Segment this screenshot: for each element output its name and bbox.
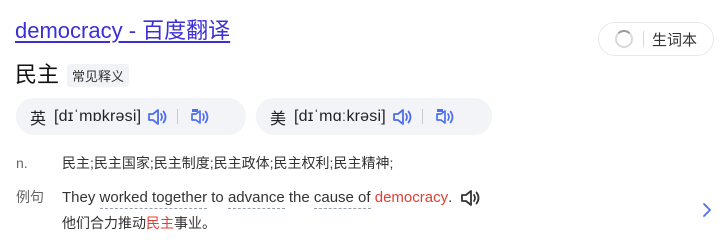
phonetic-uk: [dɪˈmɒkrəsi] <box>54 107 142 125</box>
example-label: 例句 <box>16 189 44 205</box>
chevron-right-icon[interactable] <box>700 200 714 220</box>
example-phrase[interactable]: worked together <box>99 188 208 209</box>
slow-speaker-icon[interactable] <box>188 106 214 128</box>
example-phrase[interactable]: cause of <box>313 188 371 209</box>
example-text: to <box>207 189 228 206</box>
region-label-uk: 英 <box>30 110 47 128</box>
definition-text: 民主;民主国家;民主制度;民主政体;民主权利;民主精神; <box>62 155 394 171</box>
speaker-icon[interactable] <box>145 106 171 128</box>
speaker-icon[interactable] <box>458 187 484 209</box>
vocabulary-book-label: 生词本 <box>652 31 698 49</box>
example-text: the <box>284 189 314 206</box>
headword: 民主 <box>15 62 60 87</box>
part-of-speech: n. <box>16 155 28 171</box>
pronunciation-us: 美 [dɪˈmɑːkrəsi] <box>256 98 492 135</box>
headword-row: 民主 常见释义 <box>15 61 130 89</box>
region-label-us: 美 <box>270 110 287 128</box>
example-sentence-en: They worked together to advance the caus… <box>62 187 484 209</box>
example-zh-text: 他们合力推动 <box>62 215 146 231</box>
result-title-link[interactable]: democracy - 百度翻译 <box>15 17 230 45</box>
definition-row: n. 民主;民主国家;民主制度;民主政体;民主权利;民主精神; <box>16 153 393 173</box>
example-zh-text: 事业。 <box>174 215 216 231</box>
example-highlight-word: democracy <box>374 189 449 206</box>
common-meaning-tag: 常见释义 <box>67 63 130 87</box>
example-text: . <box>448 189 453 206</box>
example-zh-highlight: 民主 <box>146 215 174 231</box>
example-phrase[interactable]: advance <box>227 188 285 209</box>
divider <box>177 109 179 124</box>
phonetic-us: [dɪˈmɑːkrəsi] <box>294 107 386 125</box>
divider <box>421 109 423 124</box>
example-sentence-zh: 他们合力推动民主事业。 <box>62 213 216 233</box>
pronunciation-uk: 英 [dɪˈmɒkrəsi] <box>16 98 246 135</box>
divider <box>643 31 644 47</box>
slow-speaker-icon[interactable] <box>433 106 459 128</box>
example-text: They <box>62 189 100 206</box>
translation-card: democracy - 百度翻译 生词本 民主 常见释义 英 [dɪˈmɒkrə… <box>0 0 728 245</box>
speaker-icon[interactable] <box>390 106 416 128</box>
loading-spinner-icon <box>615 30 633 48</box>
vocabulary-book-button[interactable]: 生词本 <box>598 22 714 56</box>
